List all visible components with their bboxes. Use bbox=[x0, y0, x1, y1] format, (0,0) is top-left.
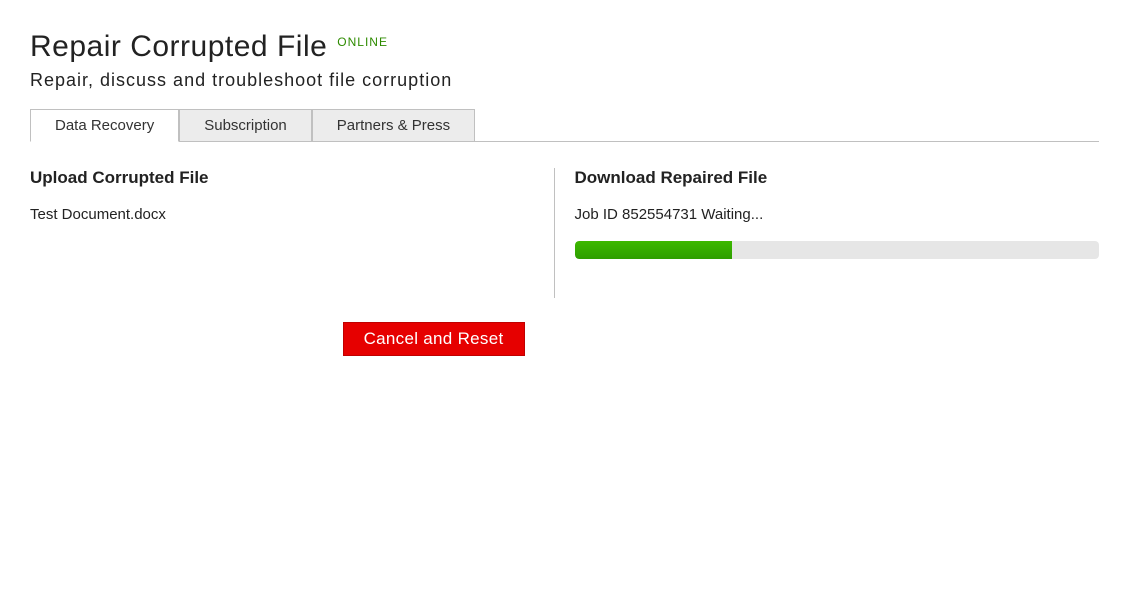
button-row: Cancel and Reset bbox=[30, 322, 555, 356]
progress-bar bbox=[575, 241, 1100, 259]
job-status-text: Job ID 852554731 Waiting... bbox=[575, 206, 1100, 223]
upload-panel: Upload Corrupted File Test Document.docx bbox=[30, 168, 555, 298]
upload-heading: Upload Corrupted File bbox=[30, 168, 524, 188]
online-badge: ONLINE bbox=[337, 35, 388, 49]
tab-data-recovery[interactable]: Data Recovery bbox=[30, 109, 179, 142]
uploaded-file-name: Test Document.docx bbox=[30, 206, 524, 223]
tab-partners-press[interactable]: Partners & Press bbox=[312, 109, 475, 141]
download-panel: Download Repaired File Job ID 852554731 … bbox=[555, 168, 1100, 356]
title-row: Repair Corrupted File ONLINE bbox=[30, 30, 1099, 64]
page-header: Repair Corrupted File ONLINE Repair, dis… bbox=[30, 30, 1099, 91]
main-content: Upload Corrupted File Test Document.docx… bbox=[30, 142, 1099, 356]
tab-subscription[interactable]: Subscription bbox=[179, 109, 312, 141]
left-inner: Upload Corrupted File Test Document.docx bbox=[30, 168, 555, 298]
left-column: Upload Corrupted File Test Document.docx… bbox=[30, 142, 555, 356]
cancel-reset-button[interactable]: Cancel and Reset bbox=[343, 322, 525, 356]
download-heading: Download Repaired File bbox=[575, 168, 1100, 188]
page-title: Repair Corrupted File bbox=[30, 30, 327, 64]
page-subtitle: Repair, discuss and troubleshoot file co… bbox=[30, 70, 1099, 91]
tab-bar: Data Recovery Subscription Partners & Pr… bbox=[30, 109, 1099, 142]
progress-fill bbox=[575, 241, 732, 259]
